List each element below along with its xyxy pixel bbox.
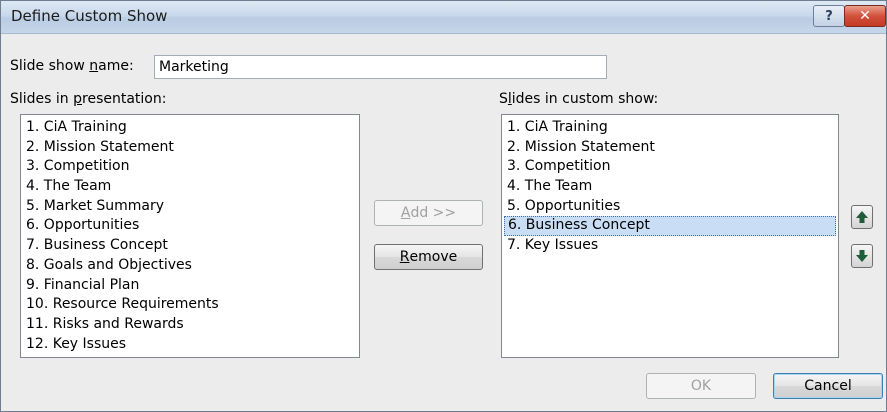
list-item[interactable]: 9. Financial Plan: [23, 276, 357, 296]
list-item[interactable]: 1. CiA Training: [504, 118, 836, 138]
slide-show-name-value: Marketing: [159, 59, 229, 75]
arrow-down-icon: [856, 250, 868, 262]
list-item[interactable]: 4. The Team: [23, 177, 357, 197]
list-item[interactable]: 6. Opportunities: [23, 216, 357, 236]
list-item[interactable]: 7. Key Issues: [504, 236, 836, 256]
list-item[interactable]: 8. Goals and Objectives: [23, 256, 357, 276]
list-item[interactable]: 2. Mission Statement: [504, 138, 836, 158]
list-item[interactable]: 3. Competition: [23, 157, 357, 177]
list-item[interactable]: 1. CiA Training: [23, 118, 357, 138]
slide-show-name-input[interactable]: Marketing: [154, 55, 607, 79]
add-button[interactable]: Add >>: [374, 200, 483, 226]
list-item[interactable]: 12. Key Issues: [23, 335, 357, 355]
dialog-content: Slide show name: Marketing Slides in pre…: [1, 34, 886, 411]
list-item[interactable]: 3. Competition: [504, 157, 836, 177]
ok-button[interactable]: OK: [646, 373, 756, 399]
slides-in-presentation-label: Slides in presentation:: [10, 91, 167, 107]
list-item[interactable]: 5. Opportunities: [504, 197, 836, 217]
remove-button[interactable]: Remove: [374, 244, 483, 270]
dialog-title: Define Custom Show: [11, 7, 168, 25]
arrow-up-icon: [856, 211, 868, 223]
move-down-button[interactable]: [851, 244, 873, 268]
cancel-button[interactable]: Cancel: [773, 373, 883, 399]
title-bar: Define Custom Show ? ✕: [1, 1, 886, 34]
move-up-button[interactable]: [851, 205, 873, 229]
help-icon: ?: [825, 8, 833, 24]
close-button[interactable]: ✕: [844, 5, 886, 27]
presentation-slides-list[interactable]: 1. CiA Training 2. Mission Statement 3. Co…: [20, 114, 360, 358]
list-item[interactable]: 5. Market Summary: [23, 197, 357, 217]
close-icon: ✕: [859, 8, 871, 24]
custom-show-slides-list[interactable]: 1. CiA Training 2. Mission Statement 3. Co…: [501, 114, 839, 358]
list-item[interactable]: 11. Risks and Rewards: [23, 315, 357, 335]
define-custom-show-dialog: Define Custom Show ? ✕ Slide show name: …: [0, 0, 887, 412]
list-item[interactable]: 6. Business Concept: [504, 216, 836, 237]
list-item[interactable]: 7. Business Concept: [23, 236, 357, 256]
slide-show-name-label: Slide show name:: [10, 58, 134, 74]
list-item[interactable]: 2. Mission Statement: [23, 138, 357, 158]
list-item[interactable]: 4. The Team: [504, 177, 836, 197]
help-button[interactable]: ?: [813, 5, 845, 27]
slides-in-custom-show-label: Slides in custom show:: [499, 91, 659, 107]
list-item[interactable]: 10. Resource Requirements: [23, 295, 357, 315]
